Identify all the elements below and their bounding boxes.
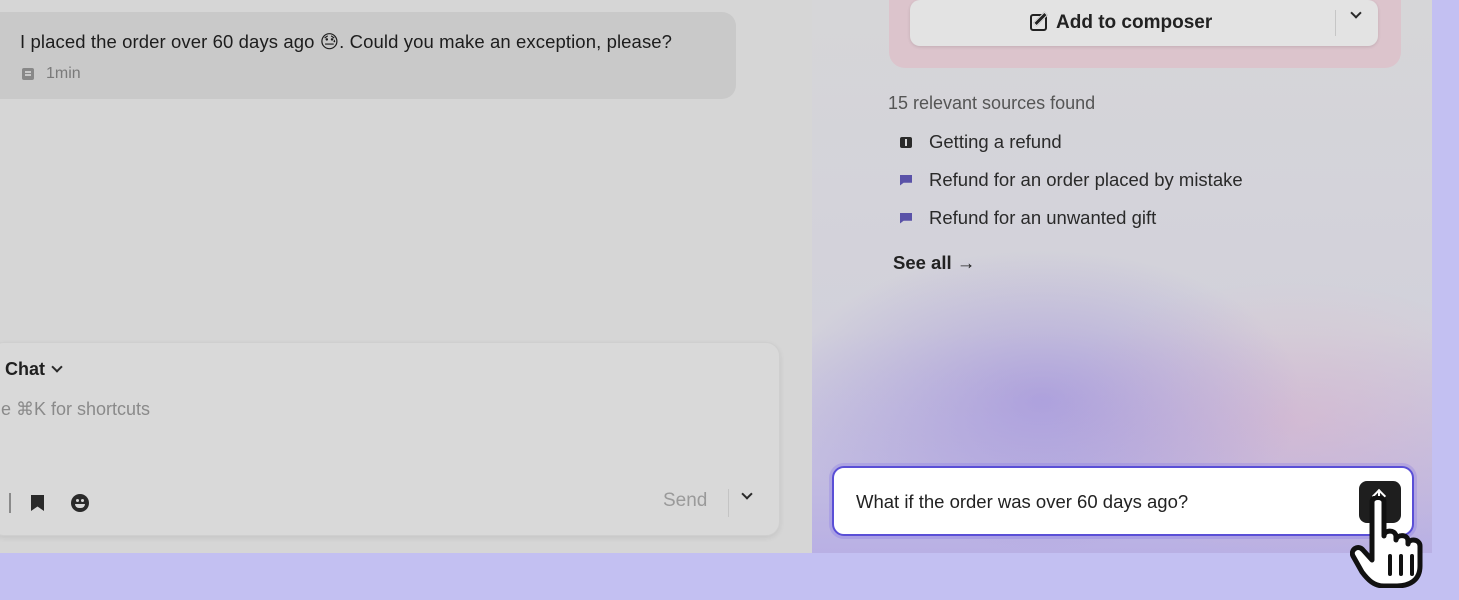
flag-icon [900,174,912,186]
hand-pointer-cursor-icon [1350,496,1423,588]
customer-message: I placed the order over 60 days ago 😓. C… [0,12,736,99]
add-to-composer-button[interactable]: Add to composer [910,0,1378,46]
add-button-divider [1335,10,1336,36]
question-text[interactable]: What if the order was over 60 days ago? [856,491,1188,513]
see-all-link[interactable]: See all → [893,252,975,274]
composer-input[interactable]: e ⌘K for shortcuts [1,399,150,420]
composer-toolbar: Send [0,488,779,517]
source-item[interactable]: Refund for an order placed by mistake [900,169,1243,191]
flag-icon [900,212,912,224]
send-divider [728,489,729,517]
composer-mode-selector[interactable]: Chat [5,359,63,380]
source-label: Refund for an order placed by mistake [929,169,1243,190]
send-button[interactable]: Send [663,490,707,512]
reply-composer[interactable]: Chat e ⌘K for shortcuts Send [0,342,780,536]
send-options-chevron-icon[interactable] [741,488,753,500]
copilot-pane: Add to composer 15 relevant sources foun… [812,0,1432,553]
emoji-icon[interactable] [71,494,89,512]
source-item[interactable]: Getting a refund [900,131,1062,153]
edit-icon [1030,14,1047,31]
source-label: Getting a refund [929,131,1062,152]
bookmark-icon[interactable] [31,495,44,511]
source-item[interactable]: Refund for an unwanted gift [900,207,1156,229]
copilot-question-input[interactable]: What if the order was over 60 days ago? [832,466,1414,536]
sources-title: 15 relevant sources found [888,93,1096,113]
source-label: Refund for an unwanted gift [929,207,1157,228]
book-icon [900,136,912,148]
message-channel-icon [22,68,34,80]
answer-card: Add to composer [889,0,1401,68]
message-time: 1min [46,65,81,82]
message-meta: 1min [20,65,736,83]
toolbar-divider [9,493,11,513]
composer-mode-label: Chat [5,359,45,379]
message-text: I placed the order over 60 days ago 😓. C… [20,31,673,52]
chevron-down-icon [51,361,63,373]
conversation-pane: I placed the order over 60 days ago 😓. C… [0,0,812,553]
add-options-chevron-icon[interactable] [1350,7,1362,19]
add-to-composer-label: Add to composer [1056,12,1213,33]
